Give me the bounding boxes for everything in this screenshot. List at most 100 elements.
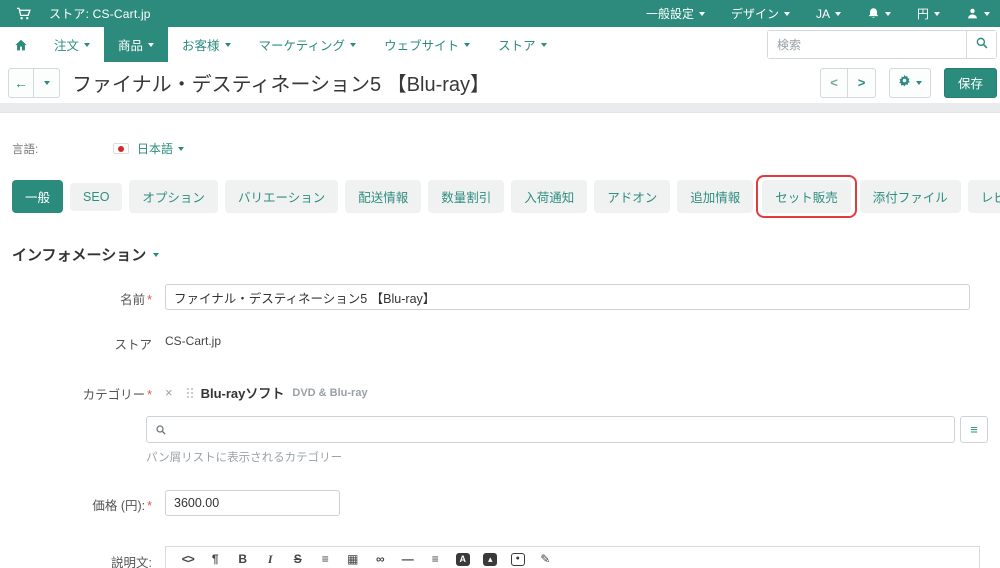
chevron-down-icon (350, 42, 357, 47)
previous-product-button[interactable]: < (819, 67, 848, 98)
main-content: 言語: 日本語 一般 SEO オプション バリエーション 配送情報 数量割引 入… (0, 140, 1000, 568)
tab-bundles[interactable]: セット販売 (762, 180, 851, 213)
font-color-icon[interactable]: A (449, 546, 477, 568)
tab-stock-notice[interactable]: 入荷通知 (511, 180, 588, 213)
drag-handle-icon[interactable] (186, 387, 189, 390)
design-menu[interactable]: デザイン (731, 5, 790, 22)
admin-search (767, 30, 997, 59)
page-title: ファイナル・デスティネーション5 【Blu-ray】 (72, 74, 491, 96)
paragraph-format-icon[interactable]: ¶ (202, 546, 230, 568)
japan-flag-icon (113, 143, 129, 154)
tab-variations[interactable]: バリエーション (224, 180, 339, 213)
tab-attachments[interactable]: 添付ファイル (859, 180, 961, 213)
store-label: ストア (114, 338, 152, 352)
nav-item-website[interactable]: ウェブサイト (370, 27, 484, 62)
bell-icon (867, 7, 880, 20)
insert-link-icon[interactable]: ∞ (367, 546, 395, 568)
home-icon[interactable] (0, 27, 40, 62)
chevron-down-icon (834, 11, 841, 16)
notifications-menu[interactable] (867, 7, 891, 20)
topbar: ストア: CS-Cart.jp 一般設定 デザイン JA 円 (0, 0, 1000, 27)
description-label: 説明文: (111, 556, 152, 568)
category-hint: パン屑リストに表示されるカテゴリー (146, 452, 343, 464)
language-selector[interactable]: 日本語 (137, 140, 185, 157)
price-input[interactable] (165, 490, 340, 516)
chevron-down-icon (43, 80, 50, 85)
chevron-down-icon (934, 11, 940, 16)
insert-image-icon[interactable]: ▴ (477, 546, 505, 568)
product-name-input[interactable] (165, 284, 970, 310)
cart-icon[interactable] (16, 6, 31, 21)
search-input[interactable] (768, 31, 966, 58)
gear-dropdown-button[interactable] (888, 67, 931, 98)
search-icon (155, 424, 167, 436)
information-section-header[interactable]: インフォメーション (12, 244, 988, 265)
user-icon (966, 7, 979, 20)
name-label: 名前 * (120, 293, 152, 307)
price-label: 価格 (円): * (92, 499, 152, 513)
horizontal-rule-icon[interactable]: — (394, 546, 422, 568)
store-name: ストア: CS-Cart.jp (49, 7, 151, 21)
language-menu[interactable]: JA (816, 7, 841, 21)
product-tabs: 一般 SEO オプション バリエーション 配送情報 数量割引 入荷通知 アドオン… (12, 175, 1000, 218)
remove-category-icon[interactable]: × (165, 385, 173, 400)
insert-video-icon[interactable]: ● (504, 546, 532, 568)
nav-item-store[interactable]: ストア (484, 27, 561, 62)
nav-item-marketing[interactable]: マーケティング (245, 27, 371, 62)
nav-item-products[interactable]: 商品 (104, 27, 169, 62)
back-button-group: ← (8, 67, 60, 98)
required-mark: * (147, 293, 152, 307)
code-view-icon[interactable]: <> (174, 546, 202, 568)
search-button[interactable] (966, 31, 996, 58)
strikethrough-icon[interactable]: S (284, 546, 312, 568)
account-menu[interactable] (966, 7, 990, 20)
category-search-box (146, 416, 955, 443)
chevron-down-icon (915, 80, 922, 85)
align-icon[interactable]: ≡ (422, 546, 450, 568)
chevron-down-icon (148, 42, 155, 47)
required-mark: * (147, 499, 152, 513)
settings-menu[interactable]: 一般設定 (646, 5, 705, 22)
gear-icon (898, 74, 911, 92)
chevron-down-icon (84, 42, 91, 47)
annotation-highlight-box: セット販売 (756, 175, 857, 218)
category-row: カテゴリー * × Blu-rayソフト DVD & Blu-ray ≡ パン屑リ… (12, 379, 988, 465)
chevron-down-icon (884, 11, 891, 16)
chevron-down-icon (540, 42, 547, 47)
required-mark: * (147, 388, 152, 402)
category-search-input[interactable] (173, 422, 954, 437)
italic-icon[interactable]: I (257, 546, 285, 568)
wysiwyg-editor: <> ¶ B I S ≡ ▦ ∞ — ≡ A ▴ ● ✎ メーカー: ワーナー・… (165, 546, 980, 568)
chevron-down-icon (698, 11, 705, 16)
currency-menu[interactable]: 円 (917, 5, 940, 22)
tab-qty-discounts[interactable]: 数量割引 (428, 180, 505, 213)
category-list-icon[interactable]: ≡ (960, 416, 988, 443)
unordered-list-icon[interactable]: ≡ (312, 546, 340, 568)
divider (0, 103, 1000, 113)
tab-extra-info[interactable]: 追加情報 (677, 180, 754, 213)
tab-options[interactable]: オプション (129, 180, 218, 213)
clean-formatting-icon[interactable]: ✎ (532, 546, 560, 568)
next-product-button[interactable]: > (847, 67, 876, 98)
nav-item-customers[interactable]: お客様 (168, 27, 245, 62)
bold-icon[interactable]: B (229, 546, 257, 568)
insert-table-icon[interactable]: ▦ (339, 546, 367, 568)
save-button[interactable]: 保存 (943, 67, 997, 98)
tab-reviews[interactable]: レビュー (967, 180, 1000, 213)
tab-shipping[interactable]: 配送情報 (345, 180, 422, 213)
page-actions: < > 保存 (819, 67, 997, 98)
chevron-down-icon (224, 42, 231, 47)
tab-seo[interactable]: SEO (70, 182, 123, 211)
category-label: カテゴリー * (82, 388, 152, 402)
chevron-down-icon (984, 11, 990, 16)
nav-item-orders[interactable]: 注文 (40, 27, 104, 62)
name-row: 名前 * (12, 284, 988, 310)
back-dropdown-button[interactable] (34, 67, 60, 98)
tab-general[interactable]: 一般 (12, 180, 64, 213)
tab-addons[interactable]: アドオン (594, 180, 671, 213)
chevron-down-icon (153, 252, 160, 257)
back-button[interactable]: ← (8, 67, 34, 98)
page-header: ← ファイナル・デスティネーション5 【Blu-ray】 < > 保存 (0, 62, 1000, 103)
category-search-row: ≡ (146, 416, 988, 443)
prev-next-group: < > (819, 67, 876, 98)
